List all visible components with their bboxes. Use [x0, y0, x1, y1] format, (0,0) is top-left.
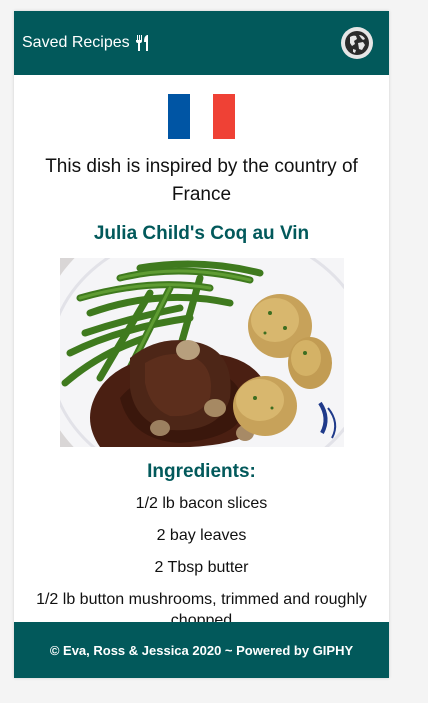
ingredients-title: Ingredients: [147, 461, 256, 482]
ingredients-list: 1/2 lb bacon slices 2 bay leaves 2 Tbsp … [14, 493, 389, 622]
flag-stripe-white [190, 94, 213, 139]
footer-text: © Eva, Ross & Jessica 2020 ~ Powered by … [49, 642, 354, 658]
country-text: This dish is inspired by the country of … [45, 156, 358, 205]
ingredient-item: 2 bay leaves [156, 527, 247, 544]
france-flag [168, 94, 235, 139]
flag-stripe-red [212, 94, 235, 139]
saved-recipes-label: Saved Recipes [22, 34, 130, 51]
saved-recipes-link[interactable]: Saved Recipes [22, 34, 149, 52]
flag-stripe-blue [168, 94, 191, 139]
app-frame: Saved Recipes This dish is inspired by t… [14, 11, 389, 678]
dish-image [59, 258, 344, 447]
recipe-title: Julia Child's Coq au Vin [93, 223, 310, 244]
footer: © Eva, Ross & Jessica 2020 ~ Powered by … [14, 622, 389, 678]
globe-button[interactable] [341, 27, 373, 59]
recipe-content[interactable]: This dish is inspired by the country of … [14, 75, 389, 622]
ingredient-item: 2 Tbsp butter [154, 559, 249, 576]
navbar: Saved Recipes [14, 11, 389, 75]
globe-icon [345, 31, 369, 55]
ingredient-item: 1/2 lb bacon slices [135, 495, 268, 512]
ingredient-item: 1/2 lb button mushrooms, trimmed and rou… [36, 591, 367, 622]
utensils-icon [135, 35, 148, 51]
